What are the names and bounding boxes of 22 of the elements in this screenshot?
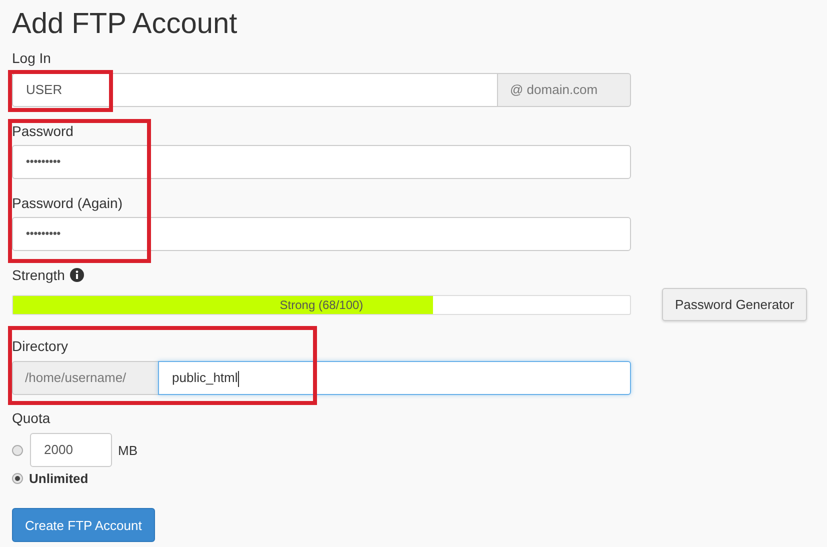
field-label: Password (Again) xyxy=(12,195,124,211)
login-field[interactable]: USER xyxy=(12,73,498,107)
password-field[interactable]: ••••••••• xyxy=(12,217,631,251)
strength-text: Strong (68/100) xyxy=(278,296,364,314)
quota-field[interactable]: 2000 xyxy=(30,433,112,467)
create-account-button[interactable]: Create FTP Account xyxy=(12,508,155,542)
field-label: Quota xyxy=(12,410,52,426)
radio-button[interactable] xyxy=(12,444,23,456)
info-icon[interactable] xyxy=(70,268,84,282)
password-field[interactable]: ••••••••• xyxy=(12,145,631,179)
field-label: Strength xyxy=(12,267,65,283)
directory-field[interactable]: public_html xyxy=(158,361,631,395)
field-label: Directory xyxy=(12,338,70,354)
page-title: Add FTP Account xyxy=(12,7,238,42)
field-label: Log In xyxy=(12,50,52,66)
directory-prefix: /home/username/ xyxy=(12,361,158,395)
radio-button[interactable] xyxy=(12,472,23,484)
domain-addon: @ domain.com xyxy=(498,73,631,107)
option-label: Unlimited xyxy=(29,470,88,486)
unit-label: MB xyxy=(118,442,138,458)
field-label: Password xyxy=(12,123,74,139)
password-generator-button[interactable]: Password Generator xyxy=(662,288,808,321)
